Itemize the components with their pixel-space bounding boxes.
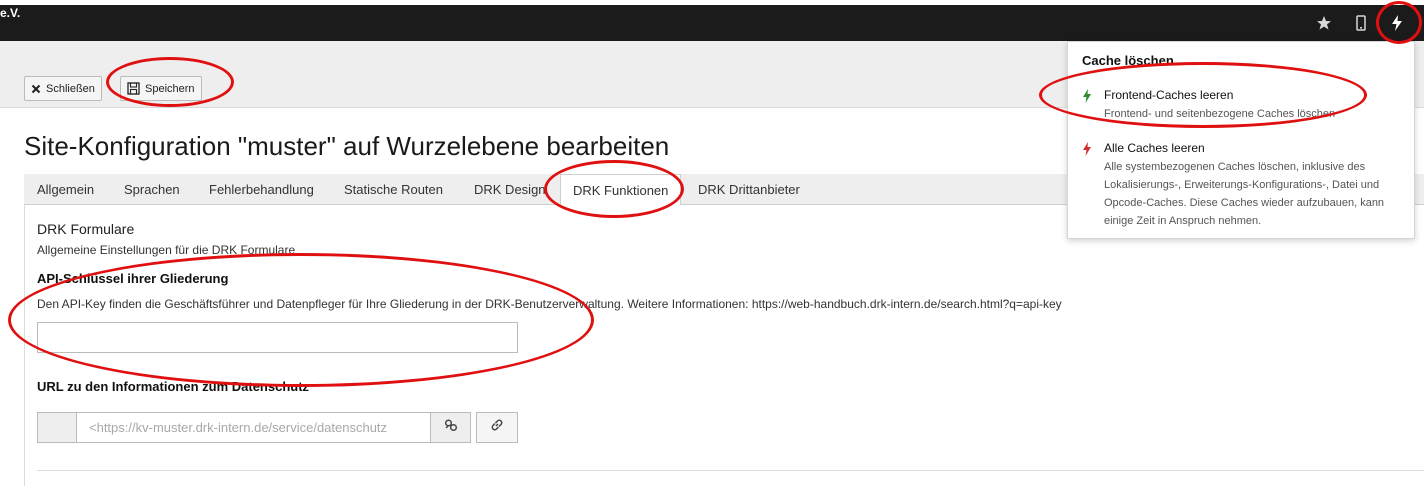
tab-fehlerbehandlung[interactable]: Fehlerbehandlung	[209, 174, 314, 205]
bolt-icon[interactable]	[1385, 11, 1409, 35]
close-button[interactable]: Schließen	[24, 76, 102, 101]
close-label: Schließen	[46, 82, 95, 95]
tab-drk-funktionen[interactable]: DRK Funktionen	[560, 174, 682, 206]
close-icon	[31, 84, 41, 94]
tab-drk-drittanbieter[interactable]: DRK Drittanbieter	[698, 174, 800, 205]
privacy-url-input[interactable]: <https://kv-muster.drk-intern.de/service…	[77, 412, 431, 443]
section-title: DRK Formulare	[37, 221, 135, 237]
privacy-url-group: <https://kv-muster.drk-intern.de/service…	[37, 412, 471, 443]
flush-frontend-title: Frontend-Caches leeren	[1104, 88, 1234, 102]
flush-all-caches[interactable]: Alle Caches leeren Alle systembezogenen …	[1082, 141, 1402, 231]
api-key-label: API-Schlüssel ihrer Gliederung	[37, 271, 229, 286]
tab-statische-routen[interactable]: Statische Routen	[344, 174, 443, 205]
tab-allgemein[interactable]: Allgemein	[37, 174, 94, 205]
mobile-icon[interactable]	[1349, 11, 1373, 35]
save-icon	[127, 82, 140, 95]
flush-all-desc: Alle systembezogenen Caches löschen, ink…	[1104, 161, 1385, 227]
flush-all-title: Alle Caches leeren	[1104, 141, 1205, 155]
cache-dropdown-header: Cache löschen	[1082, 53, 1174, 68]
bolt-red-icon	[1082, 142, 1092, 161]
tab-sprachen[interactable]: Sprachen	[124, 174, 180, 205]
bolt-green-icon	[1082, 89, 1092, 108]
flush-frontend-caches[interactable]: Frontend-Caches leeren Frontend- und sei…	[1082, 88, 1402, 128]
link-icon	[490, 418, 504, 437]
section-description: Allgemeine Einstellungen für die DRK For…	[37, 243, 296, 257]
tab-panel: DRK Formulare Allgemeine Einstellungen f…	[24, 205, 1424, 486]
flush-frontend-desc: Frontend- und seitenbezogene Caches lösc…	[1104, 108, 1336, 120]
tab-drk-design[interactable]: DRK Design	[474, 174, 546, 205]
top-bar: e.V.	[0, 5, 1424, 41]
cache-dropdown: Cache löschen Frontend-Caches leeren Fro…	[1067, 41, 1415, 239]
unlink-button[interactable]	[431, 412, 471, 443]
privacy-url-label: URL zu den Informationen zum Datenschutz	[37, 379, 310, 394]
save-label: Speichern	[145, 82, 195, 95]
page-title: Site-Konfiguration "muster" auf Wurzeleb…	[24, 131, 670, 161]
url-addon	[37, 412, 77, 443]
save-button[interactable]: Speichern	[120, 76, 202, 101]
star-icon[interactable]	[1312, 11, 1336, 35]
link-browser-button[interactable]	[476, 412, 518, 443]
divider	[37, 470, 1424, 471]
unlink-icon	[444, 418, 458, 437]
api-key-input[interactable]	[37, 322, 518, 353]
api-key-description: Den API-Key finden die Geschäftsführer u…	[37, 297, 1062, 311]
brand-text: e.V.	[0, 6, 21, 20]
